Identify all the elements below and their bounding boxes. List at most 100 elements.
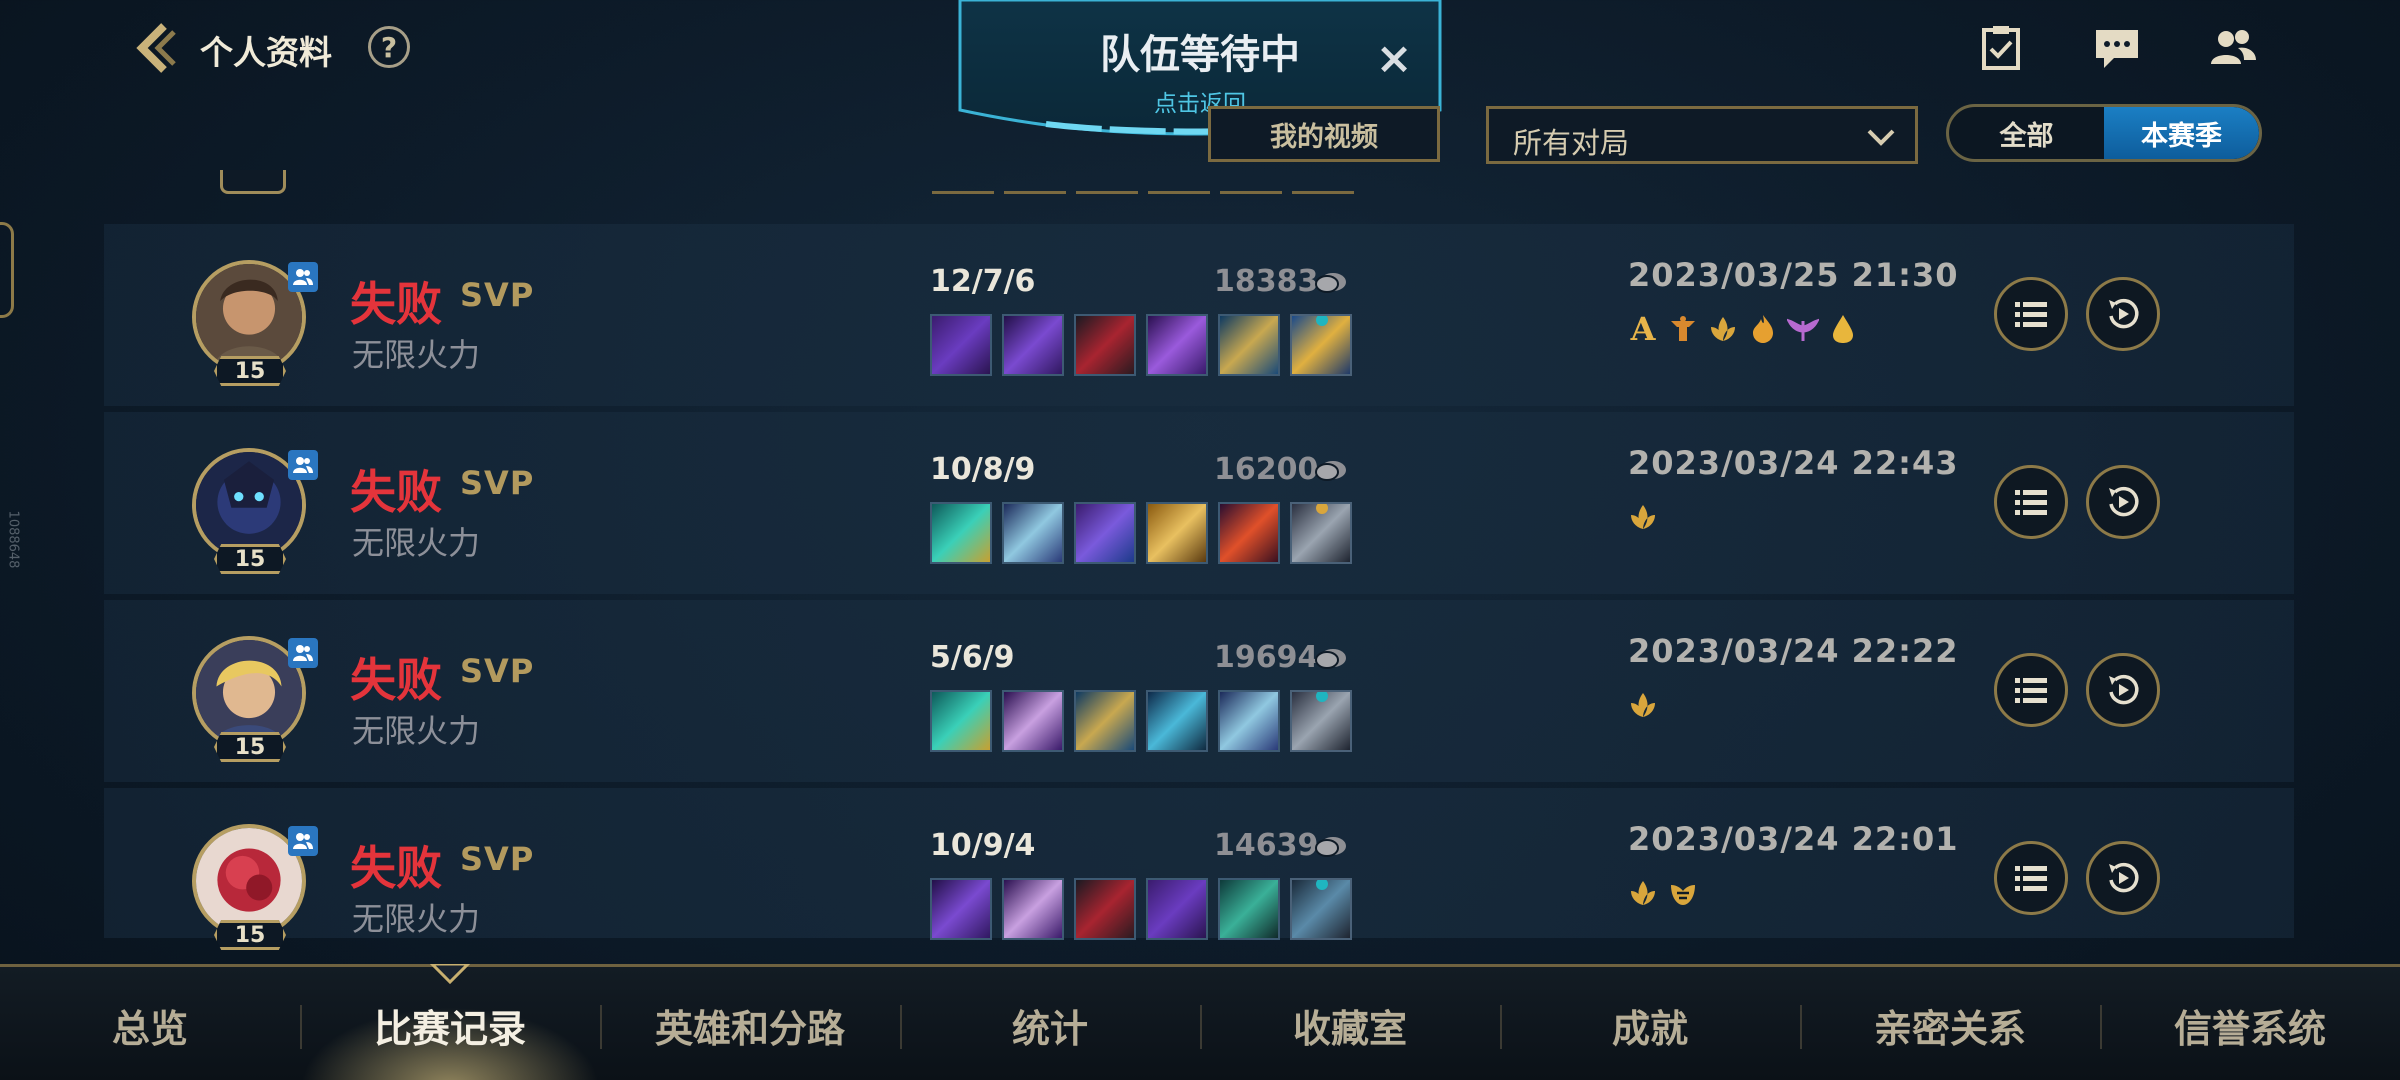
gold-icon: [1315, 837, 1346, 857]
back-arrow-icon[interactable]: [128, 20, 184, 76]
item-slot[interactable]: [1074, 314, 1136, 376]
match-date: 2023/03/24 22:22: [1628, 632, 1959, 670]
item-slots: [930, 314, 1352, 376]
side-tab-handle[interactable]: [0, 222, 14, 318]
match-row[interactable]: 15 失败 SVP 无限火力 5/6/9 19694 2023/03/24 22…: [104, 600, 2294, 782]
champion-avatar: 15: [192, 448, 318, 574]
close-icon[interactable]: ×: [1370, 33, 1418, 84]
grade-a-icon: A: [1630, 310, 1656, 348]
tab-relationships[interactable]: 亲密关系: [1800, 967, 2100, 1080]
match-details-button[interactable]: [1994, 653, 2068, 727]
svp-label: SVP: [460, 464, 535, 502]
item-slot[interactable]: [1002, 690, 1064, 752]
kda: 10/8/9: [930, 452, 1036, 487]
replay-icon: [2109, 486, 2139, 517]
level-badge: 15: [214, 356, 286, 386]
trinket-slot[interactable]: [1290, 502, 1352, 564]
kda: 5/6/9: [930, 640, 1015, 675]
item-slot[interactable]: [1218, 690, 1280, 752]
item-slots: [930, 502, 1352, 564]
tab-honor-system[interactable]: 信誉系统: [2100, 967, 2400, 1080]
item-slot[interactable]: [930, 878, 992, 940]
item-slot[interactable]: [1146, 314, 1208, 376]
trinket-slot[interactable]: [1290, 690, 1352, 752]
level-badge: 15: [214, 920, 286, 950]
party-icon: [288, 826, 318, 856]
replay-button[interactable]: [2086, 465, 2160, 539]
trinket-slot[interactable]: [1290, 314, 1352, 376]
help-icon[interactable]: ?: [368, 26, 410, 68]
achievement-badges: [1626, 876, 1700, 910]
flame-icon: [1746, 312, 1780, 346]
match-row[interactable]: 15 失败 SVP 无限火力 12/7/6 18383 2023/03/25 2…: [104, 224, 2294, 406]
item-slot[interactable]: [930, 690, 992, 752]
svp-label: SVP: [460, 276, 535, 314]
bottom-nav: 总览 比赛记录 英雄和分路 统计 收藏室 成就 亲密关系 信誉系统: [0, 964, 2400, 1080]
replay-button[interactable]: [2086, 653, 2160, 727]
item-slot[interactable]: [930, 502, 992, 564]
replay-button[interactable]: [2086, 277, 2160, 351]
item-slot[interactable]: [1002, 314, 1064, 376]
tab-collection[interactable]: 收藏室: [1200, 967, 1500, 1080]
level-badge: [220, 170, 286, 194]
item-slot[interactable]: [1146, 502, 1208, 564]
level-badge: 15: [214, 732, 286, 762]
tab-overview[interactable]: 总览: [0, 967, 300, 1080]
svp-label: SVP: [460, 652, 535, 690]
tab-achievements[interactable]: 成就: [1500, 967, 1800, 1080]
lotus-outline-icon: [1666, 876, 1700, 910]
item-slot[interactable]: [1218, 502, 1280, 564]
party-icon: [288, 262, 318, 292]
gold-amount: 19694: [1214, 640, 1319, 675]
kda: 10/9/4: [930, 828, 1036, 863]
item-slot[interactable]: [1002, 878, 1064, 940]
tab-stats[interactable]: 统计: [900, 967, 1200, 1080]
match-date: 2023/03/24 22:01: [1628, 820, 1959, 858]
trinket-slot[interactable]: [1290, 878, 1352, 940]
item-slot[interactable]: [1218, 878, 1280, 940]
game-mode: 无限火力: [352, 524, 481, 562]
replay-button[interactable]: [2086, 841, 2160, 915]
item-slot[interactable]: [1074, 690, 1136, 752]
gold-icon: [1315, 273, 1346, 293]
item-slot[interactable]: [1218, 314, 1280, 376]
item-slot[interactable]: [930, 314, 992, 376]
match-result: 失败: [350, 465, 442, 519]
wings-icon: [1786, 312, 1820, 346]
match-row-partial: [104, 150, 2294, 194]
gold-icon: [1315, 461, 1346, 481]
lotus-icon: [1626, 876, 1660, 910]
friends-icon[interactable]: [2208, 24, 2258, 72]
replay-icon: [2109, 674, 2139, 705]
game-mode: 无限火力: [352, 712, 481, 750]
match-details-button[interactable]: [1994, 277, 2068, 351]
chat-icon[interactable]: [2092, 24, 2142, 72]
champion-avatar: 15: [192, 824, 318, 950]
gold-amount: 14639: [1214, 828, 1319, 863]
achievement-badges: [1626, 500, 1660, 534]
lotus-icon: [1626, 500, 1660, 534]
replay-icon: [2109, 298, 2139, 329]
match-date: 2023/03/25 21:30: [1628, 256, 1959, 294]
lotus-icon: [1706, 312, 1740, 346]
tab-match-history[interactable]: 比赛记录: [300, 967, 600, 1080]
page-title: 个人资料: [200, 33, 332, 72]
item-slots: [930, 878, 1352, 940]
match-details-button[interactable]: [1994, 841, 2068, 915]
tab-champions-roles[interactable]: 英雄和分路: [600, 967, 900, 1080]
item-slot[interactable]: [1146, 690, 1208, 752]
match-row[interactable]: 15 失败 SVP 无限火力 10/8/9 16200 2023/03/24 2…: [104, 412, 2294, 594]
item-slot[interactable]: [1146, 878, 1208, 940]
match-row[interactable]: 15 失败 SVP 无限火力 10/9/4 14639 2023/03/24 2…: [104, 788, 2294, 950]
lotus-icon: [1626, 688, 1660, 722]
side-id-text: 1088648: [5, 510, 21, 569]
item-slot[interactable]: [1002, 502, 1064, 564]
game-mode: 无限火力: [352, 900, 481, 938]
drop-icon: [1826, 312, 1860, 346]
list-icon: [2015, 678, 2047, 703]
match-details-button[interactable]: [1994, 465, 2068, 539]
match-result: 失败: [350, 277, 442, 331]
item-slot[interactable]: [1074, 878, 1136, 940]
item-slot[interactable]: [1074, 502, 1136, 564]
checklist-icon[interactable]: [1976, 24, 2026, 72]
